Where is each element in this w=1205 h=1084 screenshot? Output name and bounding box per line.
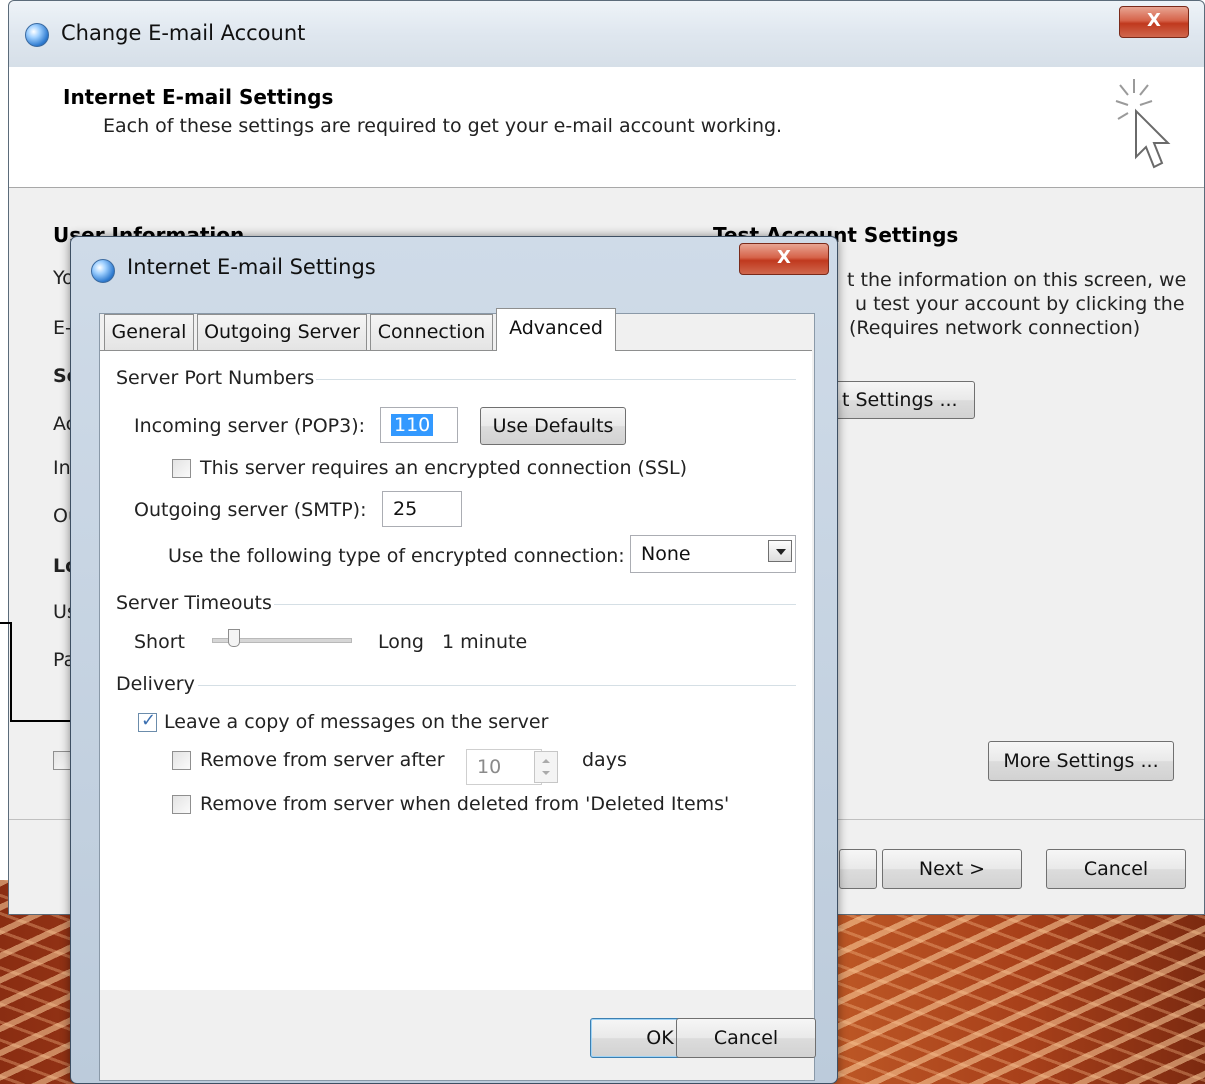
- test-description-line: u test your account by clicking the: [855, 293, 1185, 315]
- days-label: days: [582, 749, 627, 771]
- partial-label: In: [53, 457, 71, 479]
- advanced-tab-panel: Server Port Numbers Incoming server (POP…: [100, 350, 812, 990]
- header-subtitle: Each of these settings are required to g…: [103, 115, 783, 137]
- encrypted-connection-label: Use the following type of encrypted conn…: [168, 545, 625, 567]
- encryption-type-value: None: [641, 543, 691, 565]
- incoming-port-input[interactable]: 110: [380, 407, 458, 443]
- checkmark-icon: ✓: [141, 710, 157, 731]
- outer-titlebar: Change E-mail Account X: [9, 1, 1204, 67]
- outlook-icon: [91, 259, 115, 283]
- ssl-checkbox[interactable]: [172, 459, 191, 478]
- ssl-label: This server requires an encrypted connec…: [200, 457, 688, 479]
- timeout-slider-thumb[interactable]: [227, 629, 240, 647]
- chevron-down-icon[interactable]: [768, 540, 792, 562]
- inner-cancel-button[interactable]: Cancel: [676, 1018, 816, 1058]
- outer-close-button[interactable]: X: [1119, 6, 1189, 38]
- outer-header: Internet E-mail Settings Each of these s…: [9, 67, 1204, 188]
- tab-advanced[interactable]: Advanced: [496, 308, 616, 351]
- remove-after-checkbox[interactable]: [172, 751, 191, 770]
- test-account-settings-button[interactable]: t Settings ...: [829, 381, 975, 419]
- group-divider: [198, 685, 796, 686]
- outer-window-title: Change E-mail Account: [61, 21, 306, 45]
- back-button-partial[interactable]: [839, 849, 877, 889]
- leave-copy-label: Leave a copy of messages on the server: [164, 711, 549, 733]
- internet-email-settings-dialog: Internet E-mail Settings X General Outgo…: [70, 236, 838, 1084]
- incoming-port-value: 110: [391, 414, 434, 436]
- remove-when-deleted-label: Remove from server when deleted from 'De…: [200, 793, 730, 815]
- inner-dialog-body: General Outgoing Server Connection Advan…: [99, 308, 816, 1081]
- group-divider: [274, 604, 796, 605]
- test-description-line: t the information on this screen, we: [847, 269, 1187, 291]
- tab-connection[interactable]: Connection: [370, 314, 493, 350]
- incoming-server-label: Incoming server (POP3):: [134, 415, 366, 437]
- leave-copy-checkbox[interactable]: ✓: [138, 710, 157, 732]
- timeout-short-label: Short: [134, 631, 185, 653]
- outlook-icon: [25, 23, 49, 47]
- tab-outgoing-server[interactable]: Outgoing Server: [197, 314, 367, 350]
- encryption-type-select[interactable]: None: [630, 535, 796, 573]
- inner-close-button[interactable]: X: [739, 243, 829, 275]
- timeout-long-label: Long: [378, 631, 424, 653]
- inner-dialog-title: Internet E-mail Settings: [127, 255, 376, 279]
- header-title: Internet E-mail Settings: [63, 85, 334, 109]
- group-divider: [316, 379, 796, 380]
- delivery-label: Delivery: [116, 673, 195, 695]
- use-defaults-button[interactable]: Use Defaults: [480, 407, 626, 445]
- next-button[interactable]: Next >: [882, 849, 1022, 889]
- server-timeouts-label: Server Timeouts: [116, 592, 272, 614]
- remove-after-label: Remove from server after: [200, 749, 445, 771]
- annotation-arrow: [10, 622, 12, 722]
- outgoing-server-label: Outgoing server (SMTP):: [134, 499, 367, 521]
- test-description-line: (Requires network connection): [849, 317, 1141, 339]
- timeout-value: 1 minute: [442, 631, 528, 653]
- outer-cancel-button[interactable]: Cancel: [1046, 849, 1186, 889]
- tab-general[interactable]: General: [104, 314, 194, 350]
- outgoing-port-input[interactable]: 25: [382, 491, 462, 527]
- cursor-sparkle-icon: [1115, 79, 1171, 169]
- remove-after-days-input[interactable]: 10: [466, 749, 542, 785]
- server-port-numbers-label: Server Port Numbers: [116, 367, 315, 389]
- days-spinner[interactable]: [534, 751, 558, 783]
- more-settings-button[interactable]: More Settings ...: [988, 741, 1174, 781]
- remove-when-deleted-checkbox[interactable]: [172, 795, 191, 814]
